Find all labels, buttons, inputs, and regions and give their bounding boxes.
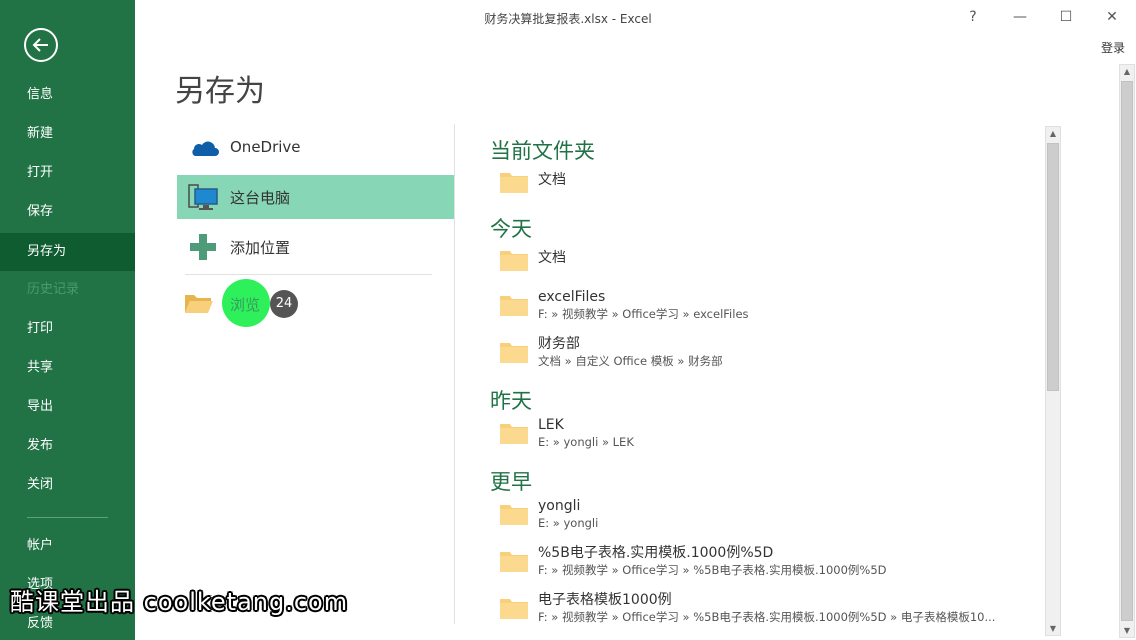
watermark: 酷课堂出品 coolketang.com bbox=[10, 588, 349, 616]
folder-icon bbox=[500, 343, 528, 363]
excel-backstage: 信息 新建 打开 保存 另存为 历史记录 打印 共享 导出 发布 关闭 帐户 选… bbox=[0, 0, 1136, 640]
location-onedrive[interactable]: OneDrive bbox=[177, 125, 454, 169]
section-yesterday: 昨天 bbox=[490, 389, 532, 413]
nav-save-as[interactable]: 另存为 bbox=[0, 233, 135, 271]
nav-share[interactable]: 共享 bbox=[0, 349, 135, 387]
location-label: OneDrive bbox=[230, 138, 301, 156]
close-button[interactable]: ✕ bbox=[1100, 6, 1124, 28]
folder-path: 文档 » 自定义 Office 模板 » 财务部 bbox=[538, 354, 723, 368]
nav-open[interactable]: 打开 bbox=[0, 154, 135, 192]
back-button[interactable] bbox=[24, 28, 58, 62]
scroll-up-arrow[interactable]: ▲ bbox=[1046, 129, 1060, 138]
folder-icon bbox=[500, 251, 528, 271]
folder-path: E: » yongli » LEK bbox=[538, 435, 634, 449]
section-earlier: 更早 bbox=[490, 470, 532, 494]
recent-folder[interactable]: %5B电子表格.实用模板.1000例%5D F: » 视频教学 » Office… bbox=[500, 544, 887, 578]
nav-save[interactable]: 保存 bbox=[0, 193, 135, 231]
scroll-down-arrow[interactable]: ▼ bbox=[1046, 624, 1060, 633]
cloud-icon bbox=[181, 136, 225, 158]
folder-name: 文档 bbox=[538, 250, 566, 266]
nav-close[interactable]: 关闭 bbox=[0, 466, 135, 504]
nav-history: 历史记录 bbox=[27, 282, 80, 297]
nav-export[interactable]: 导出 bbox=[0, 388, 135, 426]
minimize-button[interactable]: — bbox=[1008, 6, 1032, 28]
step-badge: 24 bbox=[270, 290, 298, 318]
folder-name: yongli bbox=[538, 498, 581, 514]
recent-folder[interactable]: 文档 bbox=[500, 249, 566, 271]
folder-path: E: » yongli bbox=[538, 516, 599, 530]
folder-icon bbox=[500, 505, 528, 525]
panel-divider bbox=[454, 124, 455, 624]
folder-path: F: » 视频教学 » Office学习 » %5B电子表格.实用模板.1000… bbox=[538, 563, 887, 577]
recent-scrollbar[interactable]: ▲ ▼ bbox=[1045, 126, 1061, 636]
location-label: 添加位置 bbox=[230, 238, 291, 257]
computer-icon bbox=[181, 183, 225, 211]
help-button[interactable]: ? bbox=[961, 6, 985, 28]
backstage-nav: 信息 新建 打开 保存 另存为 历史记录 打印 共享 导出 发布 关闭 帐户 选… bbox=[0, 0, 135, 640]
scroll-up-arrow[interactable]: ▲ bbox=[1120, 67, 1134, 76]
folder-name: 财务部 bbox=[538, 336, 580, 352]
maximize-button[interactable]: ☐ bbox=[1054, 6, 1078, 28]
location-this-pc[interactable]: 这台电脑 bbox=[177, 175, 454, 219]
nav-print[interactable]: 打印 bbox=[0, 310, 135, 348]
nav-account[interactable]: 帐户 bbox=[0, 527, 135, 565]
folder-name: LEK bbox=[538, 417, 564, 433]
nav-info[interactable]: 信息 bbox=[0, 76, 135, 114]
folder-path: F: » 视频教学 » Office学习 » %5B电子表格.实用模板.1000… bbox=[538, 610, 996, 624]
recent-folder[interactable]: 文档 bbox=[500, 171, 566, 193]
locations-divider bbox=[185, 274, 432, 275]
folder-open-icon bbox=[185, 295, 213, 313]
section-current-folder: 当前文件夹 bbox=[490, 139, 595, 163]
folder-path: F: » 视频教学 » Office学习 » excelFiles bbox=[538, 307, 749, 321]
browse-button[interactable] bbox=[184, 280, 214, 326]
scroll-down-arrow[interactable]: ▼ bbox=[1120, 626, 1134, 635]
folder-name: %5B电子表格.实用模板.1000例%5D bbox=[538, 545, 774, 561]
recent-folder[interactable]: LEK E: » yongli » LEK bbox=[500, 416, 634, 450]
recent-folder[interactable]: excelFiles F: » 视频教学 » Office学习 » excelF… bbox=[500, 288, 749, 322]
nav-divider bbox=[27, 517, 108, 518]
plus-icon bbox=[181, 233, 225, 261]
folder-name: excelFiles bbox=[538, 289, 606, 305]
folder-icon bbox=[500, 424, 528, 444]
nav-new[interactable]: 新建 bbox=[0, 115, 135, 153]
folder-name: 文档 bbox=[538, 172, 566, 188]
section-today: 今天 bbox=[490, 217, 532, 241]
recent-folder[interactable]: 财务部 文档 » 自定义 Office 模板 » 财务部 bbox=[500, 335, 723, 369]
recent-folder[interactable]: yongli E: » yongli bbox=[500, 497, 598, 531]
scroll-thumb[interactable] bbox=[1047, 143, 1059, 391]
scroll-thumb[interactable] bbox=[1121, 81, 1133, 621]
folder-icon bbox=[500, 296, 528, 316]
arrow-left-icon bbox=[32, 38, 48, 52]
page-title: 另存为 bbox=[175, 74, 265, 109]
browse-label[interactable]: 浏览 bbox=[230, 294, 260, 315]
nav-publish[interactable]: 发布 bbox=[0, 427, 135, 465]
recent-folder[interactable]: 电子表格模板1000例 F: » 视频教学 » Office学习 » %5B电子… bbox=[500, 591, 995, 625]
location-label: 这台电脑 bbox=[230, 188, 291, 207]
folder-icon bbox=[500, 599, 528, 619]
page-scrollbar[interactable]: ▲ ▼ bbox=[1119, 64, 1135, 638]
login-link[interactable]: 登录 bbox=[1101, 39, 1125, 56]
folder-icon bbox=[500, 552, 528, 572]
folder-name: 电子表格模板1000例 bbox=[538, 592, 672, 608]
folder-icon bbox=[500, 173, 528, 193]
location-add-place[interactable]: 添加位置 bbox=[177, 225, 454, 269]
